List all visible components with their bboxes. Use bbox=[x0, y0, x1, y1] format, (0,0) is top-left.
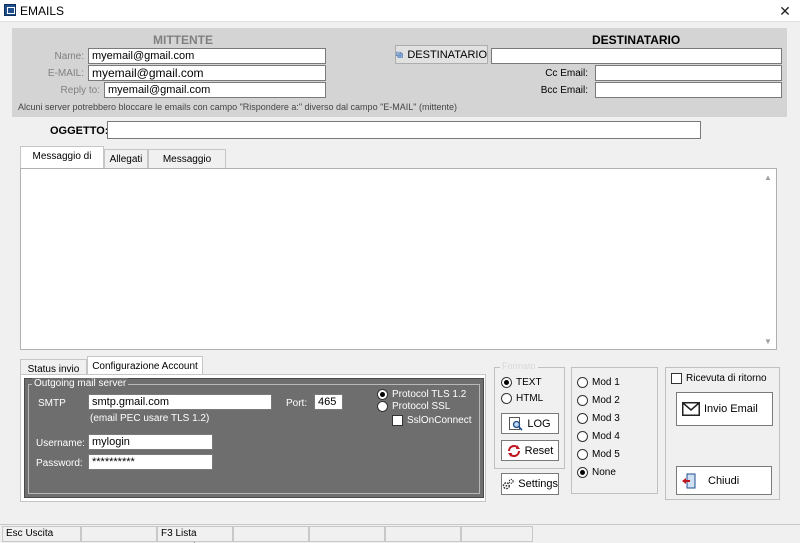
html-format-label: HTML bbox=[516, 393, 544, 404]
bcc-input[interactable] bbox=[595, 82, 782, 98]
settings-button[interactable]: Settings bbox=[501, 473, 559, 495]
close-button[interactable]: Chiudi bbox=[676, 466, 772, 495]
receipt-checkbox[interactable] bbox=[671, 373, 682, 384]
mode-radio-none[interactable] bbox=[577, 467, 588, 478]
envelope-icon bbox=[682, 402, 700, 416]
mode-label-3: Mod 3 bbox=[592, 413, 620, 424]
recipient-to-input[interactable] bbox=[491, 48, 782, 64]
mode-label-none: None bbox=[592, 467, 616, 478]
smtp-input[interactable]: smtp.gmail.com bbox=[88, 394, 272, 410]
send-email-button[interactable]: Invio Email bbox=[676, 392, 773, 426]
reply-to-input[interactable]: myemail@gmail.com bbox=[104, 82, 326, 98]
text-format-label: TEXT bbox=[516, 377, 542, 388]
gear-icon bbox=[502, 478, 514, 490]
subject-input[interactable] bbox=[107, 121, 701, 139]
password-label: Password: bbox=[36, 458, 83, 469]
ssl-radio[interactable] bbox=[377, 401, 388, 412]
status-esc-exit[interactable]: Esc Uscita bbox=[2, 526, 81, 542]
status-segment-6 bbox=[385, 526, 461, 542]
exit-door-icon bbox=[682, 473, 696, 488]
status-segment-5 bbox=[309, 526, 385, 542]
address-book-icon bbox=[396, 51, 403, 58]
subject-label: OGGETTO: bbox=[50, 125, 109, 137]
status-segment-4 bbox=[233, 526, 309, 542]
recipient-button-label: DESTINATARIO bbox=[407, 48, 487, 61]
status-segment-2 bbox=[81, 526, 157, 542]
password-input[interactable]: ********** bbox=[88, 454, 213, 470]
mode-radio-4[interactable] bbox=[577, 431, 588, 442]
app-icon bbox=[4, 4, 16, 16]
scroll-down-arrow[interactable]: ▼ bbox=[764, 337, 772, 346]
mode-radio-1[interactable] bbox=[577, 377, 588, 388]
settings-button-label: Settings bbox=[518, 478, 558, 490]
smtp-label: SMTP bbox=[38, 398, 66, 409]
pec-note: (email PEC usare TLS 1.2) bbox=[90, 413, 210, 424]
reply-to-label: Reply to: bbox=[60, 85, 100, 96]
reply-to-note: Alcuni server potrebbero bloccare le ema… bbox=[18, 102, 457, 112]
sslonconnect-option[interactable]: SslOnConnect bbox=[392, 415, 471, 426]
tls-label: Protocol TLS 1.2 bbox=[392, 389, 467, 400]
cc-input[interactable] bbox=[595, 65, 782, 81]
port-label: Port: bbox=[286, 398, 308, 409]
mode-option-none[interactable]: None bbox=[577, 467, 616, 478]
sender-name-label: Name: bbox=[54, 51, 84, 62]
tab-attachments[interactable]: Allegati bbox=[104, 149, 148, 170]
status-segment-7 bbox=[461, 526, 533, 542]
receipt-label: Ricevuta di ritorno bbox=[686, 373, 767, 384]
format-legend: Formato bbox=[500, 361, 538, 371]
message-body[interactable] bbox=[20, 168, 777, 350]
recipient-button[interactable]: DESTINATARIO bbox=[395, 45, 488, 64]
tab-text-message[interactable]: Messaggio di testo bbox=[20, 146, 104, 182]
close-button-label: Chiudi bbox=[708, 474, 740, 487]
reset-button-label: Reset bbox=[524, 444, 554, 457]
sslonconnect-label: SslOnConnect bbox=[407, 415, 472, 426]
mode-label-1: Mod 1 bbox=[592, 377, 620, 388]
sender-email-input[interactable]: myemail@gmail.com bbox=[88, 65, 326, 81]
ssl-option[interactable]: Protocol SSL bbox=[377, 401, 450, 412]
recipient-heading: DESTINATARIO bbox=[592, 33, 681, 47]
mode-option-4[interactable]: Mod 4 bbox=[577, 431, 620, 442]
mode-label-2: Mod 2 bbox=[592, 395, 620, 406]
title-bar bbox=[0, 0, 800, 22]
status-f3-contacts[interactable]: F3 Lista Contatti bbox=[157, 526, 233, 543]
username-input[interactable]: mylogin bbox=[88, 434, 213, 450]
ssl-label: Protocol SSL bbox=[392, 401, 451, 412]
tls-option[interactable]: Protocol TLS 1.2 bbox=[377, 389, 466, 400]
sender-email-label: E-MAIL: bbox=[47, 68, 84, 79]
mode-option-2[interactable]: Mod 2 bbox=[577, 395, 620, 406]
mode-label-4: Mod 4 bbox=[592, 431, 620, 442]
sender-name-input[interactable]: myemail@gmail.com bbox=[88, 48, 326, 64]
port-input[interactable]: 465 bbox=[314, 394, 343, 410]
window-title: EMAILS bbox=[20, 4, 65, 18]
log-button[interactable]: LOG bbox=[501, 413, 559, 434]
bcc-label: Bcc Email: bbox=[540, 85, 588, 96]
mode-radio-3[interactable] bbox=[577, 413, 588, 424]
mode-radio-5[interactable] bbox=[577, 449, 588, 460]
log-button-label: LOG bbox=[527, 417, 551, 430]
sender-heading: MITTENTE bbox=[153, 33, 213, 47]
close-window-button[interactable]: ✕ bbox=[772, 1, 798, 21]
username-label: Username: bbox=[36, 438, 85, 449]
scroll-up-arrow[interactable]: ▲ bbox=[764, 173, 772, 182]
html-format-radio[interactable] bbox=[501, 393, 512, 404]
mode-radio-2[interactable] bbox=[577, 395, 588, 406]
cc-label: Cc Email: bbox=[545, 68, 588, 79]
tls-radio[interactable] bbox=[377, 389, 388, 400]
mode-option-3[interactable]: Mod 3 bbox=[577, 413, 620, 424]
sslonconnect-checkbox[interactable] bbox=[392, 415, 403, 426]
log-magnifier-icon bbox=[509, 416, 523, 431]
reset-icon bbox=[507, 444, 520, 457]
html-format-option[interactable]: HTML bbox=[501, 393, 543, 404]
mode-option-5[interactable]: Mod 5 bbox=[577, 449, 620, 460]
receipt-option[interactable]: Ricevuta di ritorno bbox=[671, 373, 767, 384]
text-format-option[interactable]: TEXT bbox=[501, 377, 542, 388]
text-format-radio[interactable] bbox=[501, 377, 512, 388]
mode-option-1[interactable]: Mod 1 bbox=[577, 377, 620, 388]
reset-button[interactable]: Reset bbox=[501, 440, 559, 461]
send-email-label: Invio Email bbox=[704, 403, 758, 415]
outgoing-server-legend: Outgoing mail server bbox=[32, 378, 129, 389]
mode-label-5: Mod 5 bbox=[592, 449, 620, 460]
